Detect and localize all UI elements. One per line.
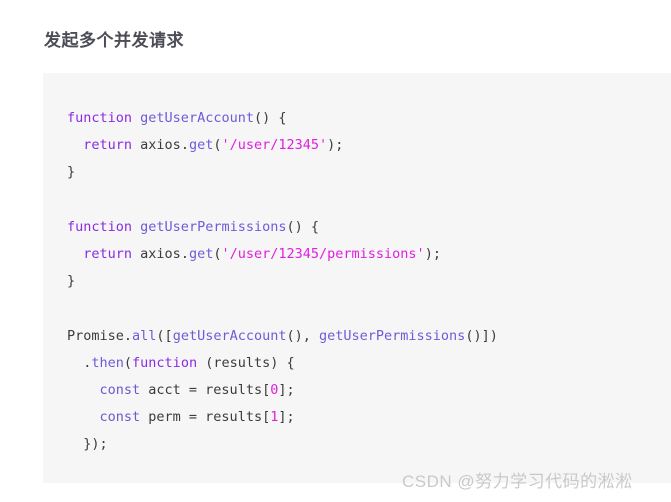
- code-line: const acct = results[0];: [67, 382, 295, 398]
- code-line: });: [67, 436, 108, 453]
- code-line: return axios.get('/user/12345/permission…: [67, 246, 441, 262]
- code-line: Promise.all([getUserAccount(), getUserPe…: [67, 328, 498, 344]
- code-token-plain: acct = results[: [140, 382, 271, 399]
- code-token-fn: getUserPermissions: [140, 218, 287, 235]
- code-token-plain: );: [424, 246, 441, 263]
- code-token-plain: ([: [156, 327, 173, 344]
- code-line: }: [67, 273, 75, 289]
- code-token-plain: ];: [278, 409, 295, 426]
- code-token-plain: (: [123, 354, 133, 371]
- code-token-fn: get: [188, 137, 214, 154]
- code-line: const perm = results[1];: [67, 409, 295, 425]
- code-token-plain: });: [67, 436, 108, 453]
- code-line: .then(function (results) {: [67, 354, 295, 371]
- code-token-kw: return: [83, 246, 133, 263]
- code-token-plain: (results) {: [197, 354, 295, 371]
- code-token-plain: (),: [286, 327, 319, 344]
- code-token-plain: .: [67, 354, 92, 371]
- code-token-str: '/user/12345/permissions': [221, 246, 425, 263]
- code-token-kw: return: [83, 137, 133, 154]
- code-token-kw: function: [67, 218, 133, 235]
- code-line: function getUserPermissions() {: [67, 219, 319, 235]
- code-token-plain: }: [67, 164, 76, 181]
- code-token-plain: ];: [278, 382, 295, 399]
- code-token-fn: all: [132, 327, 157, 344]
- code-token-plain: () {: [253, 110, 287, 126]
- code-token-kw: function: [132, 354, 198, 371]
- code-token-fn: getUserAccount: [140, 110, 254, 126]
- code-token-fn: getUserPermissions: [319, 327, 466, 344]
- code-token-plain: axios.: [132, 246, 189, 263]
- code-block: function getUserAccount() { return axios…: [43, 73, 671, 483]
- code-token-plain: }: [67, 273, 76, 290]
- code-line: function getUserAccount() {: [67, 110, 286, 126]
- code-line: }: [67, 164, 75, 180]
- code-token-kw2: const: [99, 382, 141, 399]
- code-token-plain: );: [327, 137, 344, 154]
- code-token-plain: Promise.: [67, 327, 133, 344]
- code-token-fn: getUserAccount: [172, 327, 287, 344]
- csdn-watermark: CSDN @努力学习代码的淞淞: [402, 472, 633, 491]
- code-token-kw: function: [67, 110, 133, 126]
- code-line: return axios.get('/user/12345');: [67, 137, 343, 153]
- page-title: 发起多个并发请求: [44, 31, 184, 51]
- code-token-plain: axios.: [132, 137, 189, 154]
- code-token-str: '/user/12345': [221, 137, 328, 154]
- code-token-plain: () {: [286, 218, 319, 235]
- code-content: function getUserAccount() { return axios…: [43, 73, 671, 459]
- code-token-plain: perm = results[: [140, 409, 271, 426]
- code-token-plain: ()]): [465, 327, 498, 344]
- code-token-kw2: const: [99, 409, 141, 426]
- code-token-fn: get: [188, 246, 214, 263]
- code-token-fn: then: [91, 354, 124, 371]
